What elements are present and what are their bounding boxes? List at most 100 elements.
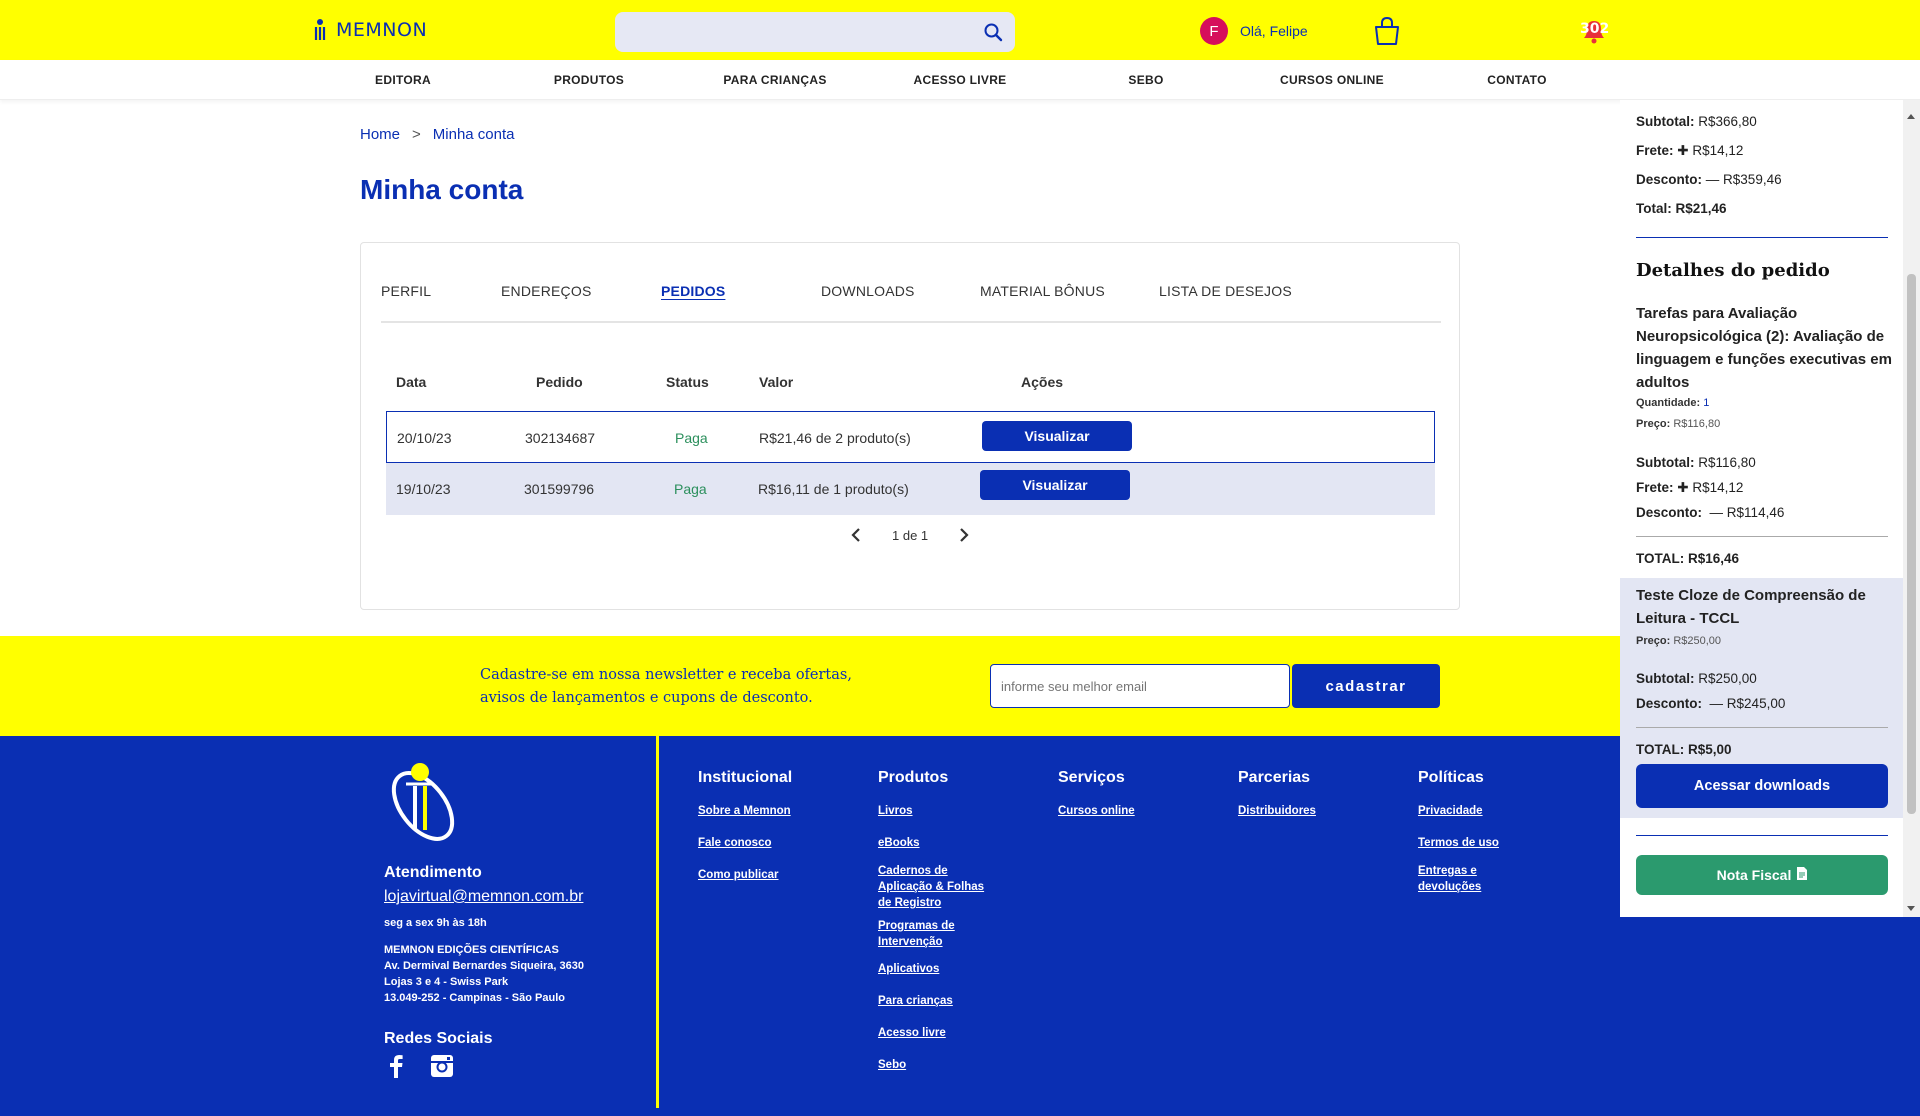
tab-lista-de-desejos[interactable]: LISTA DE DESEJOS: [1159, 283, 1292, 299]
order-value: R$21,46 de 2 produto(s): [759, 430, 911, 446]
summary-desconto-label: Desconto:: [1636, 172, 1703, 187]
order-number: 301599796: [524, 481, 595, 497]
item-frete-value: R$14,12: [1692, 480, 1744, 495]
summary-desconto: Desconto: — R$359,46: [1636, 172, 1782, 187]
footer-divider: [656, 736, 659, 1108]
order-item-quantity: Quantidade: 1: [1636, 397, 1709, 409]
newsletter-submit-button[interactable]: cadastrar: [1292, 664, 1440, 708]
minus-icon: —: [1705, 172, 1724, 187]
footer-address-line: 13.049-252 - Campinas - São Paulo: [384, 992, 565, 1004]
summary-desconto-value: R$359,46: [1723, 172, 1782, 187]
view-order-button[interactable]: Visualizar: [980, 470, 1130, 500]
item-desconto: Desconto: — R$114,46: [1636, 505, 1784, 520]
item-desconto-value: R$114,46: [1726, 505, 1785, 520]
item-subtotal-label: Subtotal:: [1636, 455, 1695, 470]
panel-scrollbar[interactable]: [1903, 100, 1920, 917]
footer-link-como-publicar[interactable]: Como publicar: [698, 867, 779, 883]
order-status: Paga: [675, 430, 708, 446]
nav-item-acesso-livre[interactable]: ACESSO LIVRE: [914, 73, 1007, 87]
cart-icon[interactable]: [1372, 16, 1402, 51]
footer-email-link[interactable]: lojavirtual@memnon.com.br: [384, 888, 583, 906]
memnon-logo-icon: [314, 19, 326, 40]
footer-link-sobre[interactable]: Sobre a Memnon: [698, 803, 791, 819]
access-downloads-button[interactable]: Acessar downloads: [1636, 764, 1888, 808]
plus-icon: ✚: [1677, 143, 1693, 158]
price-label: Preço:: [1636, 418, 1671, 430]
footer-link-cursos-online[interactable]: Cursos online: [1058, 803, 1135, 819]
avatar[interactable]: F: [1200, 17, 1228, 45]
tab-material-bonus[interactable]: MATERIAL BÔNUS: [980, 283, 1105, 299]
item-total-value: R$16,46: [1688, 551, 1740, 566]
price-value: R$116,80: [1673, 418, 1721, 430]
footer-link-acesso-livre[interactable]: Acesso livre: [878, 1025, 946, 1041]
column-header-status: Status: [666, 374, 709, 390]
footer-link-entregas[interactable]: Entregas e devoluções: [1418, 863, 1488, 895]
nav-item-cursos-online[interactable]: CURSOS ONLINE: [1280, 73, 1384, 87]
memnon-logo[interactable]: MEMNON: [312, 18, 427, 42]
newsletter-email-input[interactable]: [990, 664, 1290, 708]
footer-link-ebooks[interactable]: eBooks: [878, 835, 920, 851]
column-header-pedido: Pedido: [536, 374, 583, 390]
notification-bell-icon[interactable]: 302: [1580, 18, 1609, 44]
panel-divider: [1636, 237, 1888, 238]
summary-subtotal-label: Subtotal:: [1636, 114, 1695, 129]
footer-link-termos[interactable]: Termos de uso: [1418, 835, 1499, 851]
chevron-left-icon[interactable]: [848, 527, 864, 543]
user-menu[interactable]: F Olá, Felipe: [1200, 17, 1308, 45]
tab-perfil[interactable]: PERFIL: [381, 283, 431, 299]
breadcrumb-home[interactable]: Home: [360, 126, 400, 143]
footer-link-privacidade[interactable]: Privacidade: [1418, 803, 1483, 819]
footer-link-sebo[interactable]: Sebo: [878, 1057, 906, 1073]
order-item-price: Preço: R$116,80: [1636, 418, 1720, 430]
view-order-button[interactable]: Visualizar: [982, 421, 1132, 451]
footer-link-cadernos[interactable]: Cadernos de Aplicação & Folhas de Regist…: [878, 863, 988, 911]
nav-item-produtos[interactable]: PRODUTOS: [554, 73, 624, 87]
instagram-icon[interactable]: [430, 1054, 454, 1083]
item-subtotal: Subtotal: R$250,00: [1636, 671, 1757, 686]
newsletter-text-line: Cadastre-se em nossa newsletter e receba…: [480, 667, 852, 683]
order-item-name: Tarefas para Avaliação Neuropsicológica …: [1636, 305, 1892, 391]
page-title: Minha conta: [360, 174, 524, 205]
table-row[interactable]: 19/10/23 301599796 Paga R$16,11 de 1 pro…: [386, 463, 1435, 515]
tab-enderecos[interactable]: ENDEREÇOS: [501, 283, 591, 299]
order-item-price: Preço: R$250,00: [1636, 635, 1721, 647]
table-row[interactable]: 20/10/23 302134687 Paga R$21,46 de 2 pro…: [386, 411, 1435, 463]
footer-link-programas[interactable]: Programas de Intervenção: [878, 918, 968, 950]
summary-total: Total: R$21,46: [1636, 201, 1727, 216]
nav-item-sebo[interactable]: SEBO: [1128, 73, 1163, 87]
newsletter-text: Cadastre-se em nossa newsletter e receba…: [480, 664, 900, 710]
invoice-button[interactable]: Nota Fiscal: [1636, 855, 1888, 895]
column-header-acoes: Ações: [1021, 374, 1064, 390]
facebook-icon[interactable]: [388, 1054, 404, 1083]
nav-item-editora[interactable]: EDITORA: [375, 73, 431, 87]
scroll-down-icon[interactable]: [1907, 906, 1915, 911]
footer-link-distribuidores[interactable]: Distribuidores: [1238, 803, 1316, 819]
scroll-thumb[interactable]: [1907, 274, 1916, 814]
footer-link-aplicativos[interactable]: Aplicativos: [878, 961, 939, 977]
user-greeting[interactable]: Olá, Felipe: [1240, 23, 1308, 39]
item-desconto-label: Desconto:: [1636, 505, 1703, 520]
item-total-value: R$5,00: [1688, 742, 1732, 757]
item-desconto: Desconto: — R$245,00: [1636, 696, 1785, 711]
footer-address-line: Av. Dermival Bernardes Siqueira, 3630: [384, 960, 584, 972]
nav-item-para-criancas[interactable]: PARA CRIANÇAS: [723, 73, 826, 87]
footer-link-fale-conosco[interactable]: Fale conosco: [698, 835, 772, 851]
order-status: Paga: [674, 481, 707, 497]
breadcrumb-separator: >: [412, 126, 421, 143]
order-number: 302134687: [525, 430, 596, 446]
tab-downloads[interactable]: DOWNLOADS: [821, 283, 915, 299]
nav-item-contato[interactable]: CONTATO: [1487, 73, 1546, 87]
tab-pedidos[interactable]: PEDIDOS: [661, 283, 725, 299]
chevron-right-icon[interactable]: [956, 527, 972, 543]
footer-hours: seg a sex 9h às 18h: [384, 917, 487, 929]
breadcrumb-current[interactable]: Minha conta: [433, 126, 515, 143]
pagination-label: 1 de 1: [892, 527, 929, 543]
footer-logo-icon[interactable]: [382, 758, 464, 849]
account-card: PERFIL ENDEREÇOS PEDIDOS DOWNLOADS MATER…: [360, 242, 1460, 610]
item-subtotal-label: Subtotal:: [1636, 671, 1695, 686]
footer-link-para-criancas[interactable]: Para crianças: [878, 993, 953, 1009]
search-icon[interactable]: [981, 20, 1005, 44]
scroll-up-icon[interactable]: [1907, 114, 1915, 119]
search-input[interactable]: [615, 12, 1015, 52]
footer-link-livros[interactable]: Livros: [878, 803, 913, 819]
